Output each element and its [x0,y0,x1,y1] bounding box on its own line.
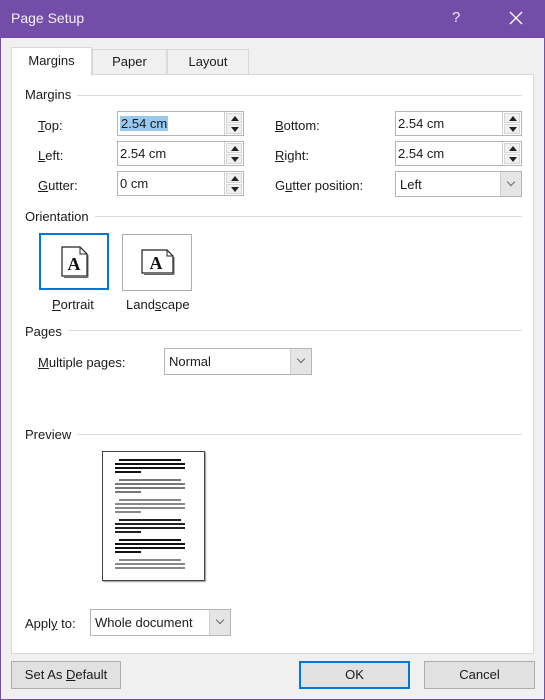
preview-text-line [115,543,185,545]
right-label: Right: [275,148,309,163]
left-increment-button[interactable] [226,143,242,153]
page-setup-dialog: Page Setup ? Margins Paper Layout Margin… [0,0,545,700]
preview-text-line [115,523,185,525]
top-margin-value[interactable]: 2.54 cm [120,116,169,131]
left-margin-spinner[interactable]: 2.54 cm [117,141,244,166]
chevron-down-icon [296,354,306,364]
multiple-pages-value: Normal [169,354,211,369]
preview-text-line [115,491,141,493]
gutter-position-value: Left [400,177,422,192]
right-increment-button[interactable] [504,143,520,153]
preview-text-line [119,519,181,521]
gutter-position-label: Gutter position: [275,178,364,193]
gutter-position-dropdown-button[interactable] [500,172,521,196]
svg-text:A: A [150,253,163,273]
bottom-label: Bottom: [275,118,320,133]
preview-text-line [115,511,141,513]
bottom-margin-spinner[interactable]: 2.54 cm [395,111,522,136]
right-margin-value[interactable]: 2.54 cm [398,146,444,161]
down-arrow-icon [231,187,239,192]
multiple-pages-dropdown-button[interactable] [290,349,311,374]
left-margin-value[interactable]: 2.54 cm [120,146,166,161]
page-preview [102,451,205,581]
preview-text-line [115,463,185,465]
preview-text-line [115,527,185,529]
down-arrow-icon [231,127,239,132]
gutter-position-dropdown[interactable]: Left [395,171,522,197]
margins-group-divider [25,95,522,96]
multiple-pages-dropdown[interactable]: Normal [164,348,312,375]
right-margin-spinner[interactable]: 2.54 cm [395,141,522,166]
preview-text-line [119,499,181,501]
up-arrow-icon [231,116,239,121]
right-decrement-button[interactable] [504,154,520,164]
top-label: Top: [38,118,63,133]
ok-button[interactable]: OK [299,661,410,689]
gutter-decrement-button[interactable] [226,184,242,194]
preview-text-line [115,531,141,533]
preview-text-line [115,471,141,473]
portrait-page-icon: A [61,246,89,278]
top-increment-button[interactable] [226,113,242,123]
down-arrow-icon [509,157,517,162]
landscape-button[interactable]: A [122,234,192,291]
gutter-label: Gutter: [38,178,78,193]
preview-text-line [115,567,185,569]
portrait-label: Portrait [52,297,94,312]
chevron-down-icon [506,177,516,187]
left-decrement-button[interactable] [226,154,242,164]
preview-text-line [119,459,181,461]
preview-text-line [115,467,185,469]
landscape-label: Landscape [126,297,190,312]
preview-text-line [115,551,141,553]
up-arrow-icon [231,146,239,151]
preview-text-line [115,503,185,505]
portrait-button[interactable]: A [39,233,109,290]
preview-text-line [115,487,185,489]
set-as-default-button[interactable]: Set As Default [11,661,121,689]
gutter-increment-button[interactable] [226,173,242,183]
bottom-margin-value[interactable]: 2.54 cm [398,116,444,131]
up-arrow-icon [509,116,517,121]
preview-group-divider [25,434,522,435]
preview-text-line [119,479,181,481]
gutter-value[interactable]: 0 cm [120,176,148,191]
svg-text:A: A [68,254,81,274]
apply-to-value: Whole document [95,615,193,630]
orientation-group-divider [25,216,522,217]
bottom-increment-button[interactable] [504,113,520,123]
multiple-pages-label: Multiple pages: [38,355,126,370]
down-arrow-icon [231,157,239,162]
preview-text-line [119,539,181,541]
down-arrow-icon [509,127,517,132]
bottom-decrement-button[interactable] [504,124,520,134]
preview-text-line [115,547,185,549]
margins-group-label: Margins [25,87,78,102]
preview-group-label: Preview [25,427,78,442]
cancel-button[interactable]: Cancel [424,661,535,689]
preview-text-line [115,507,185,509]
top-decrement-button[interactable] [226,124,242,134]
orientation-group-label: Orientation [25,209,95,224]
top-margin-spinner[interactable]: 2.54 cm [117,111,244,136]
apply-to-dropdown-button[interactable] [209,610,230,635]
up-arrow-icon [231,176,239,181]
apply-to-dropdown[interactable]: Whole document [90,609,231,636]
gutter-spinner[interactable]: 0 cm [117,171,244,196]
pages-group-label: Pages [25,324,68,339]
pages-group-divider [25,330,522,331]
preview-text-line [115,563,185,565]
landscape-page-icon: A [141,249,175,275]
apply-to-label: Apply to: [25,616,76,631]
left-label: Left: [38,148,64,163]
preview-text-line [119,559,181,561]
up-arrow-icon [509,146,517,151]
preview-text-line [115,483,185,485]
chevron-down-icon [215,615,225,625]
